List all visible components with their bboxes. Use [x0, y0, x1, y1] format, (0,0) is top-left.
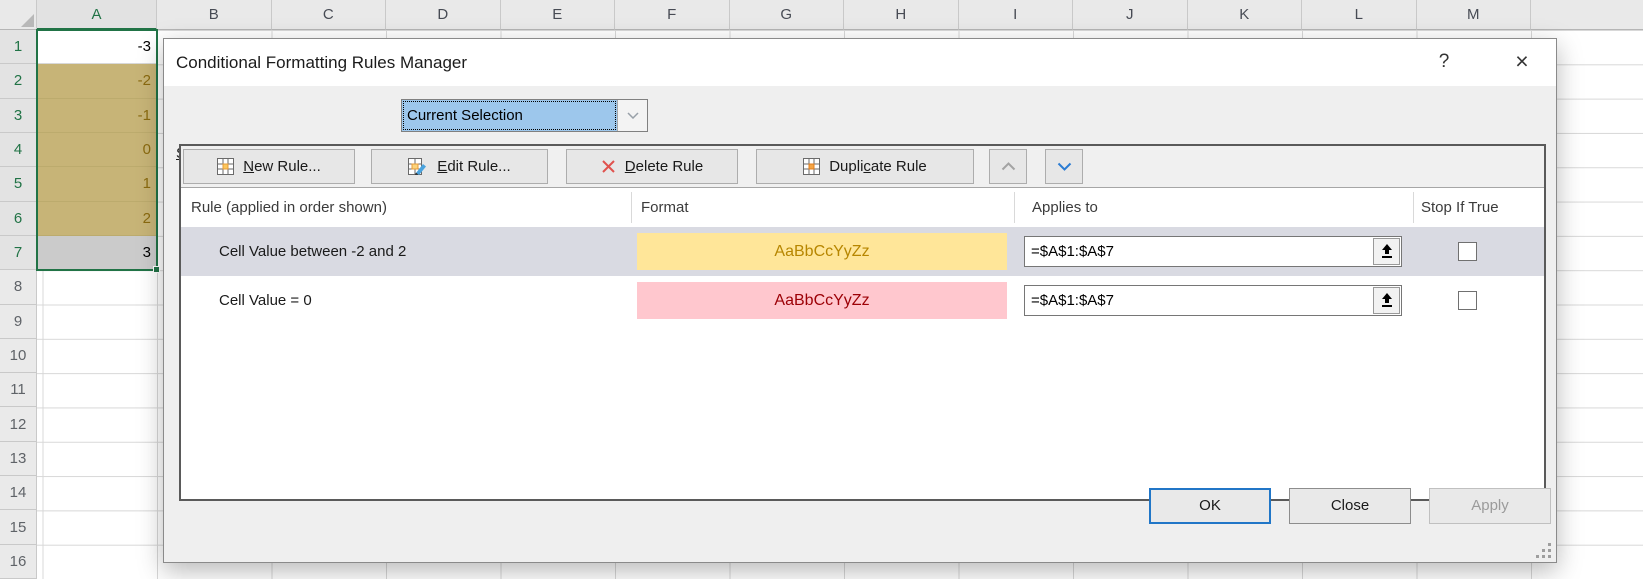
row-header-13[interactable]: 13: [0, 442, 37, 476]
ok-button[interactable]: OK: [1149, 488, 1271, 524]
stop-if-true-checkbox[interactable]: [1458, 242, 1477, 261]
rule-format-preview: AaBbCcYyZz: [637, 233, 1007, 270]
edit-rule-pencil-icon: [408, 158, 428, 175]
row-header-3[interactable]: 3: [0, 99, 37, 133]
close-button[interactable]: Close: [1289, 488, 1411, 524]
column-header-J[interactable]: J: [1073, 0, 1188, 30]
cell-A4[interactable]: 0: [37, 133, 157, 167]
row-header-2[interactable]: 2: [0, 64, 37, 98]
delete-x-icon: [601, 159, 616, 174]
applies-to-value: =$A$1:$A$7: [1031, 286, 1114, 315]
column-header-E[interactable]: E: [501, 0, 616, 30]
scope-dropdown-value: Current Selection: [402, 100, 617, 131]
row-header-9[interactable]: 9: [0, 305, 37, 339]
applies-to-value: =$A$1:$A$7: [1031, 237, 1114, 266]
dialog-title: Conditional Formatting Rules Manager: [176, 39, 467, 86]
column-header-F[interactable]: F: [615, 0, 730, 30]
new-rule-grid-icon: [217, 158, 234, 175]
row-header-5[interactable]: 5: [0, 167, 37, 201]
cf-rules-manager-dialog: Conditional Formatting Rules Manager ? ×…: [163, 38, 1557, 563]
dialog-titlebar[interactable]: Conditional Formatting Rules Manager ? ×: [164, 39, 1556, 86]
row-header-4[interactable]: 4: [0, 133, 37, 167]
cell-A1[interactable]: -3: [37, 30, 157, 64]
chevron-down-icon: [1057, 162, 1072, 171]
col-header-rule: Rule (applied in order shown): [191, 188, 387, 227]
chevron-up-icon: [1001, 162, 1016, 171]
column-header-H[interactable]: H: [844, 0, 959, 30]
excel-window: ABCDEFGHIJKLM 12345678910111213141516 -3…: [0, 0, 1643, 579]
collapse-dialog-icon[interactable]: [1373, 287, 1400, 314]
column-header-I[interactable]: I: [959, 0, 1074, 30]
move-rule-down-button[interactable]: [1045, 149, 1083, 184]
chevron-down-icon[interactable]: [617, 100, 647, 131]
collapse-dialog-icon[interactable]: [1373, 238, 1400, 265]
rule-name: Cell Value between -2 and 2: [219, 227, 406, 276]
column-header-M[interactable]: M: [1417, 0, 1532, 30]
rule-format-preview: AaBbCcYyZz: [637, 282, 1007, 319]
row-header-1[interactable]: 1: [0, 30, 37, 64]
column-header-B[interactable]: B: [157, 0, 272, 30]
cell-A5[interactable]: 1: [37, 167, 157, 201]
duplicate-rule-grid-icon: [803, 158, 820, 175]
cell-A3[interactable]: -1: [37, 99, 157, 133]
cell-A6[interactable]: 2: [37, 202, 157, 236]
row-header-10[interactable]: 10: [0, 339, 37, 373]
rule-row[interactable]: Cell Value between -2 and 2 AaBbCcYyZz =$A…: [181, 227, 1544, 276]
col-header-format: Format: [641, 188, 689, 227]
delete-rule-button[interactable]: Delete Rule: [566, 149, 738, 184]
new-rule-button[interactable]: New Rule...: [183, 149, 355, 184]
applies-to-field[interactable]: =$A$1:$A$7: [1024, 285, 1402, 316]
col-header-applies: Applies to: [1032, 188, 1098, 227]
rules-list-header: Rule (applied in order shown) Format App…: [181, 188, 1544, 227]
column-header-A[interactable]: A: [37, 0, 157, 30]
column-header-strip: [1531, 0, 1643, 30]
column-header-G[interactable]: G: [730, 0, 845, 30]
dialog-close-icon[interactable]: ×: [1502, 39, 1542, 86]
resize-grip[interactable]: [1535, 542, 1551, 558]
cell-A2[interactable]: -2: [37, 64, 157, 98]
rules-list-container: New Rule... Edit Rule... Delete Rule Dup…: [179, 144, 1546, 501]
rule-row[interactable]: Cell Value = 0 AaBbCcYyZz =$A$1:$A$7: [181, 276, 1544, 325]
row-header-14[interactable]: 14: [0, 476, 37, 510]
stop-if-true-checkbox[interactable]: [1458, 291, 1477, 310]
col-header-stop: Stop If True: [1421, 188, 1499, 227]
column-header-K[interactable]: K: [1188, 0, 1303, 30]
row-header-7[interactable]: 7: [0, 236, 37, 270]
cell-A7[interactable]: 3: [37, 236, 157, 270]
applies-to-field[interactable]: =$A$1:$A$7: [1024, 236, 1402, 267]
rule-name: Cell Value = 0: [219, 276, 312, 325]
rules-toolbar: New Rule... Edit Rule... Delete Rule Dup…: [181, 146, 1544, 188]
column-header-D[interactable]: D: [386, 0, 501, 30]
row-header-8[interactable]: 8: [0, 270, 37, 304]
scope-dropdown[interactable]: Current Selection: [401, 99, 648, 132]
row-header-6[interactable]: 6: [0, 202, 37, 236]
duplicate-rule-button[interactable]: Duplicate Rule: [756, 149, 974, 184]
apply-button[interactable]: Apply: [1429, 488, 1551, 524]
select-all-triangle-icon: [21, 14, 34, 27]
edit-rule-button[interactable]: Edit Rule...: [371, 149, 548, 184]
move-rule-up-button[interactable]: [989, 149, 1027, 184]
row-header-12[interactable]: 12: [0, 407, 37, 441]
column-header-C[interactable]: C: [272, 0, 387, 30]
row-header-15[interactable]: 15: [0, 510, 37, 544]
help-icon[interactable]: ?: [1424, 39, 1464, 86]
row-header-11[interactable]: 11: [0, 373, 37, 407]
column-header-L[interactable]: L: [1302, 0, 1417, 30]
select-all-corner[interactable]: [0, 0, 37, 30]
row-header-16[interactable]: 16: [0, 545, 37, 579]
